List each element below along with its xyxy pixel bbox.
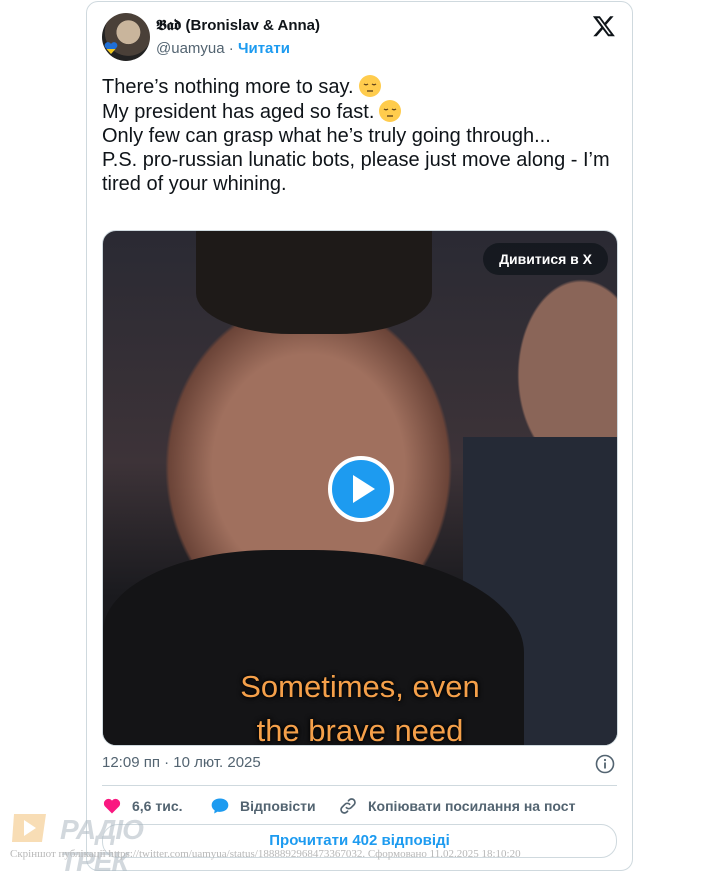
date: 10 лют. 2025	[173, 754, 261, 771]
copy-link-button[interactable]: Копіювати посилання на пост	[338, 796, 575, 816]
video-frame-hair	[195, 231, 432, 334]
screenshot-footer: Скріншот публікації https://twitter.com/…	[10, 848, 521, 860]
separator: ·	[228, 40, 234, 57]
copy-link-label: Копіювати посилання на пост	[368, 798, 576, 814]
handle[interactable]: @uamyua	[156, 40, 225, 57]
text-line-5: P.S. pro-russian lunatic bots, please ju…	[102, 149, 616, 195]
timestamp[interactable]: 12:09 пп · 10 лют. 2025	[102, 754, 261, 771]
video-caption-line-1: Sometimes, even	[240, 669, 480, 704]
ukraine-heart-icon	[104, 42, 118, 54]
link-icon	[340, 798, 356, 814]
tweet-card: 𝕭𝖆𝖉 (Bronislav & Anna) @uamyua · Читати …	[86, 1, 633, 871]
follow-link[interactable]: Читати	[238, 40, 290, 57]
pensive-face-icon	[358, 75, 381, 97]
pensive-face-icon	[379, 100, 402, 122]
reply-button[interactable]: Відповісти	[210, 796, 316, 816]
divider	[102, 785, 617, 786]
separator: ·	[164, 754, 170, 771]
x-logo-icon[interactable]	[592, 14, 616, 38]
watermark-brand: РАДІО ТРЕК	[60, 814, 144, 877]
play-logo-icon	[12, 814, 46, 842]
reply-bubble-icon	[211, 798, 229, 814]
handle-row: @uamyua · Читати	[156, 40, 290, 57]
time: 12:09 пп	[102, 754, 160, 771]
display-name[interactable]: 𝕭𝖆𝖉 (Bronislav & Anna)	[156, 17, 320, 34]
tweet-text: There’s nothing more to say. My presiden…	[102, 74, 622, 196]
video-player[interactable]: Дивитися в X Sometimes, even the brave n…	[102, 230, 618, 746]
reply-label: Відповісти	[240, 798, 316, 814]
video-caption-line-2: the brave need	[256, 713, 464, 746]
radiotrek-watermark: РАДІО ТРЕК	[10, 808, 170, 877]
info-icon[interactable]	[595, 754, 615, 774]
play-icon[interactable]	[328, 456, 394, 522]
avatar[interactable]	[102, 13, 150, 61]
text-line-3: Only few can grasp what he’s truly going…	[102, 125, 551, 147]
text-line-2: My president has aged so fast.	[102, 101, 375, 123]
text-line-1: There’s nothing more to say.	[102, 76, 354, 98]
watch-on-x-button[interactable]: Дивитися в X	[483, 243, 608, 275]
